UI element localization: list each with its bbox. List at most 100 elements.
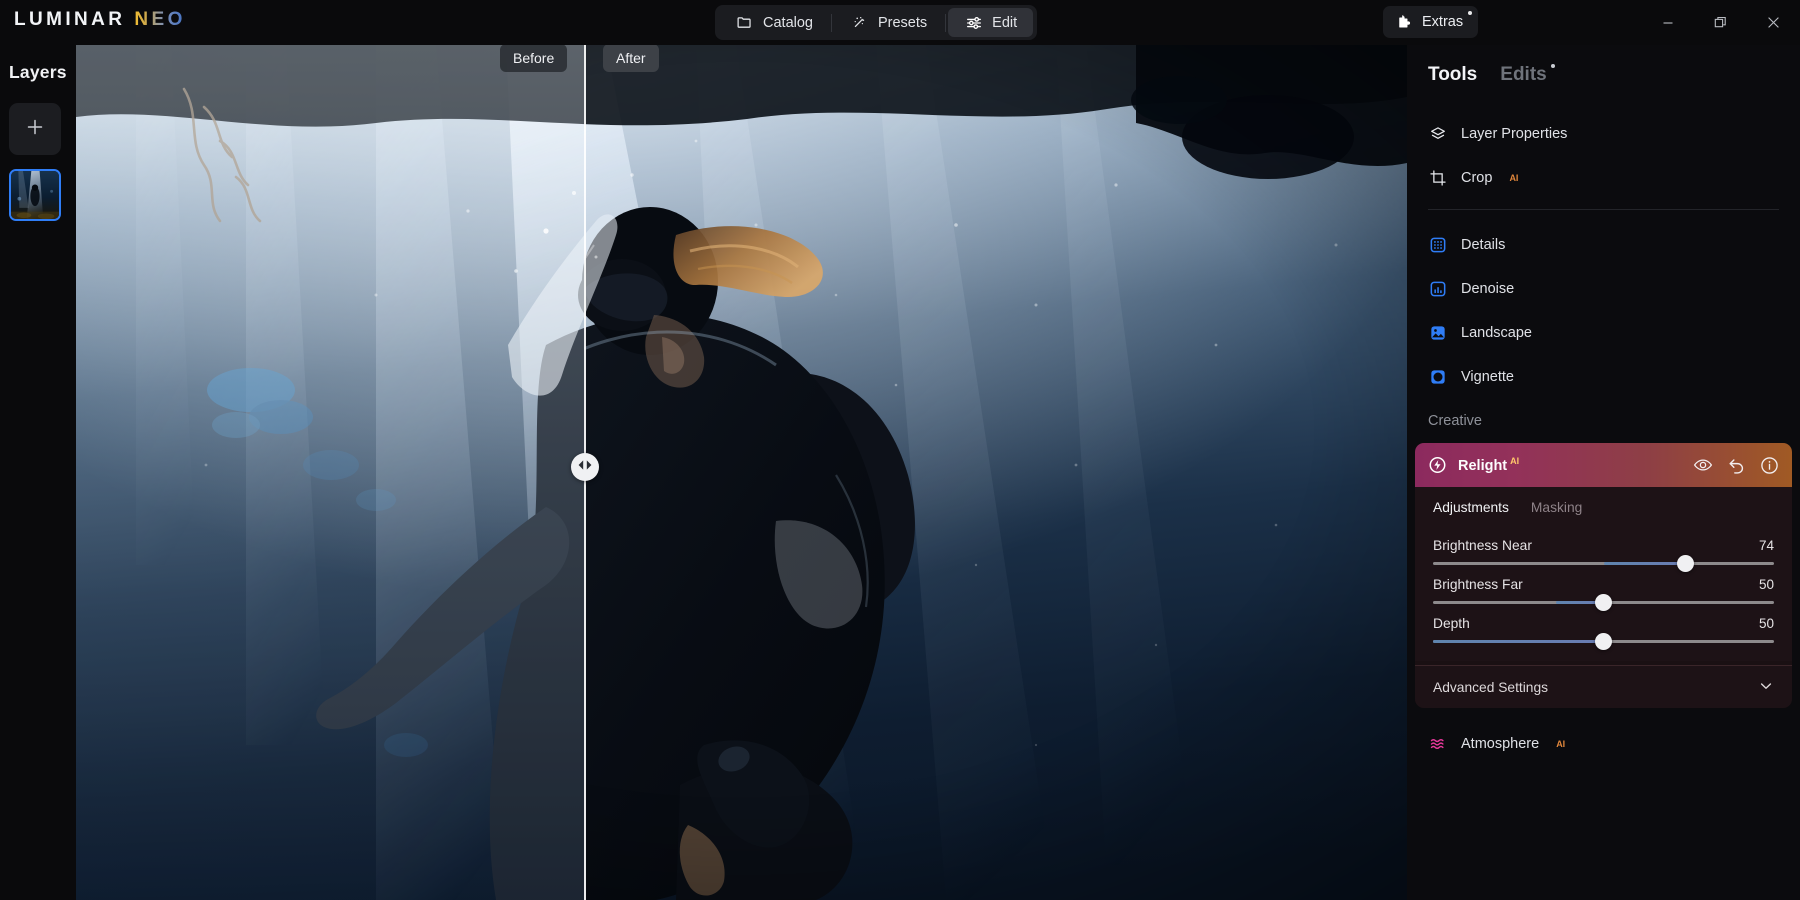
- nav-tab-presets[interactable]: Presets: [834, 8, 943, 37]
- nav-tab-catalog[interactable]: Catalog: [719, 8, 829, 37]
- relight-tool-card: RelightAI: [1415, 443, 1792, 708]
- tool-item-details[interactable]: Details: [1407, 223, 1800, 267]
- tool-item-landscape-label: Landscape: [1461, 325, 1532, 341]
- image-canvas[interactable]: Before After: [76, 45, 1407, 900]
- relight-header[interactable]: RelightAI: [1415, 443, 1792, 487]
- tab-tools[interactable]: Tools: [1428, 64, 1477, 86]
- slider-value-brightness-near: 74: [1759, 538, 1774, 553]
- slider-track-depth[interactable]: [1433, 640, 1774, 643]
- eye-visibility-icon[interactable]: [1693, 455, 1713, 475]
- nav-tab-edit-label: Edit: [992, 15, 1017, 31]
- slider-fill-depth: [1433, 640, 1604, 643]
- tool-item-atmosphere[interactable]: Atmosphere AI: [1407, 722, 1800, 766]
- window-minimize-button[interactable]: [1641, 0, 1694, 45]
- tool-item-crop-label: Crop: [1461, 170, 1492, 186]
- reset-undo-icon[interactable]: [1727, 456, 1746, 475]
- relight-sliders: Brightness Near 74 Brightness Far 50: [1415, 524, 1792, 661]
- nav-tab-catalog-label: Catalog: [763, 15, 813, 31]
- slider-row-depth: Depth 50: [1433, 608, 1774, 647]
- slider-header-brightness-near: Brightness Near 74: [1433, 538, 1774, 553]
- extras-label: Extras: [1422, 14, 1463, 30]
- window-restore-button[interactable]: [1694, 0, 1747, 45]
- tool-item-denoise[interactable]: Denoise: [1407, 267, 1800, 311]
- edits-notification-dot: [1551, 64, 1555, 68]
- logo-primary-text: LUMINAR: [14, 9, 125, 31]
- slider-fill-brightness-near: [1604, 562, 1686, 565]
- magic-wand-icon: [850, 13, 869, 32]
- tool-item-vignette[interactable]: Vignette: [1407, 355, 1800, 399]
- slider-track-brightness-near[interactable]: [1433, 562, 1774, 565]
- nav-divider-2: [945, 14, 946, 32]
- tool-item-denoise-label: Denoise: [1461, 281, 1514, 297]
- tool-item-crop[interactable]: Crop AI: [1407, 156, 1800, 200]
- nav-tab-presets-label: Presets: [878, 15, 927, 31]
- relight-tab-masking[interactable]: Masking: [1531, 500, 1582, 524]
- before-label-text: Before: [513, 50, 554, 66]
- slider-value-brightness-far: 50: [1759, 577, 1774, 592]
- landscape-image-icon: [1428, 324, 1447, 343]
- relight-tab-adjustments-label: Adjustments: [1433, 500, 1509, 515]
- nav-tab-edit[interactable]: Edit: [948, 8, 1033, 37]
- slider-knob-brightness-far[interactable]: [1595, 594, 1612, 611]
- tool-item-layer-properties-label: Layer Properties: [1461, 126, 1567, 142]
- window-close-button[interactable]: [1747, 0, 1800, 45]
- tool-list-after-creative: Atmosphere AI: [1407, 708, 1800, 766]
- tools-panel: Tools Edits Layer Properties Crop AI: [1407, 45, 1800, 900]
- before-label-pill[interactable]: Before: [500, 45, 567, 72]
- tool-list-essentials: Details Denoise: [1407, 219, 1800, 399]
- app-logo: LUMINAR NEO: [14, 9, 186, 31]
- after-label-text: After: [616, 50, 646, 66]
- advanced-settings-row[interactable]: Advanced Settings: [1415, 666, 1792, 708]
- after-label-pill[interactable]: After: [603, 45, 659, 72]
- logo-secondary-text: NEO: [134, 9, 185, 31]
- tab-edits[interactable]: Edits: [1500, 64, 1546, 86]
- slider-row-brightness-near: Brightness Near 74: [1433, 530, 1774, 569]
- crop-ai-badge: AI: [1509, 173, 1518, 183]
- relight-bolt-icon: [1428, 456, 1447, 475]
- vignette-icon: [1428, 368, 1447, 387]
- tool-item-details-label: Details: [1461, 237, 1505, 253]
- slider-row-brightness-far: Brightness Far 50: [1433, 569, 1774, 608]
- slider-knob-brightness-near[interactable]: [1677, 555, 1694, 572]
- sliders-icon: [964, 13, 983, 32]
- relight-tab-adjustments[interactable]: Adjustments: [1433, 500, 1509, 524]
- tab-tools-label: Tools: [1428, 64, 1477, 85]
- layer-thumbnail-0[interactable]: [9, 169, 61, 221]
- slider-track-brightness-far[interactable]: [1433, 601, 1774, 604]
- extras-notification-dot: [1468, 11, 1472, 15]
- add-layer-button[interactable]: [9, 103, 61, 155]
- nav-divider-1: [831, 14, 832, 32]
- folder-icon: [735, 13, 754, 32]
- main-nav-group: Catalog Presets: [715, 5, 1037, 40]
- compare-slider-handle[interactable]: [571, 453, 599, 481]
- layers-panel-title: Layers: [0, 45, 76, 83]
- denoise-icon: [1428, 280, 1447, 299]
- layer-thumbnail-preview: [11, 171, 59, 219]
- details-grid-icon: [1428, 236, 1447, 255]
- slider-label-brightness-far: Brightness Far: [1433, 577, 1523, 592]
- relight-sub-tabs: Adjustments Masking: [1415, 487, 1792, 524]
- slider-label-depth: Depth: [1433, 616, 1470, 631]
- tool-item-landscape[interactable]: Landscape: [1407, 311, 1800, 355]
- relight-title-text: Relight: [1458, 458, 1507, 474]
- atmosphere-waves-icon: [1428, 735, 1447, 754]
- slider-header-brightness-far: Brightness Far 50: [1433, 577, 1774, 592]
- tab-edits-label: Edits: [1500, 64, 1546, 85]
- layers-stack-icon: [1428, 125, 1447, 144]
- atmosphere-ai-badge: AI: [1556, 739, 1565, 749]
- window-controls: [1641, 0, 1800, 45]
- extras-button[interactable]: Extras: [1383, 6, 1478, 38]
- slider-header-depth: Depth 50: [1433, 616, 1774, 631]
- advanced-settings-label: Advanced Settings: [1433, 680, 1548, 695]
- slider-knob-depth[interactable]: [1595, 633, 1612, 650]
- slider-value-depth: 50: [1759, 616, 1774, 631]
- chevron-down-icon: [1758, 678, 1774, 697]
- title-bar: LUMINAR NEO Catalog: [0, 0, 1800, 45]
- info-icon[interactable]: [1760, 456, 1779, 475]
- relight-header-icons: [1693, 455, 1779, 475]
- creative-section-label: Creative: [1407, 399, 1800, 439]
- slider-label-brightness-near: Brightness Near: [1433, 538, 1532, 553]
- tool-item-layer-properties[interactable]: Layer Properties: [1407, 112, 1800, 156]
- tool-item-vignette-label: Vignette: [1461, 369, 1514, 385]
- plus-icon: [24, 116, 46, 143]
